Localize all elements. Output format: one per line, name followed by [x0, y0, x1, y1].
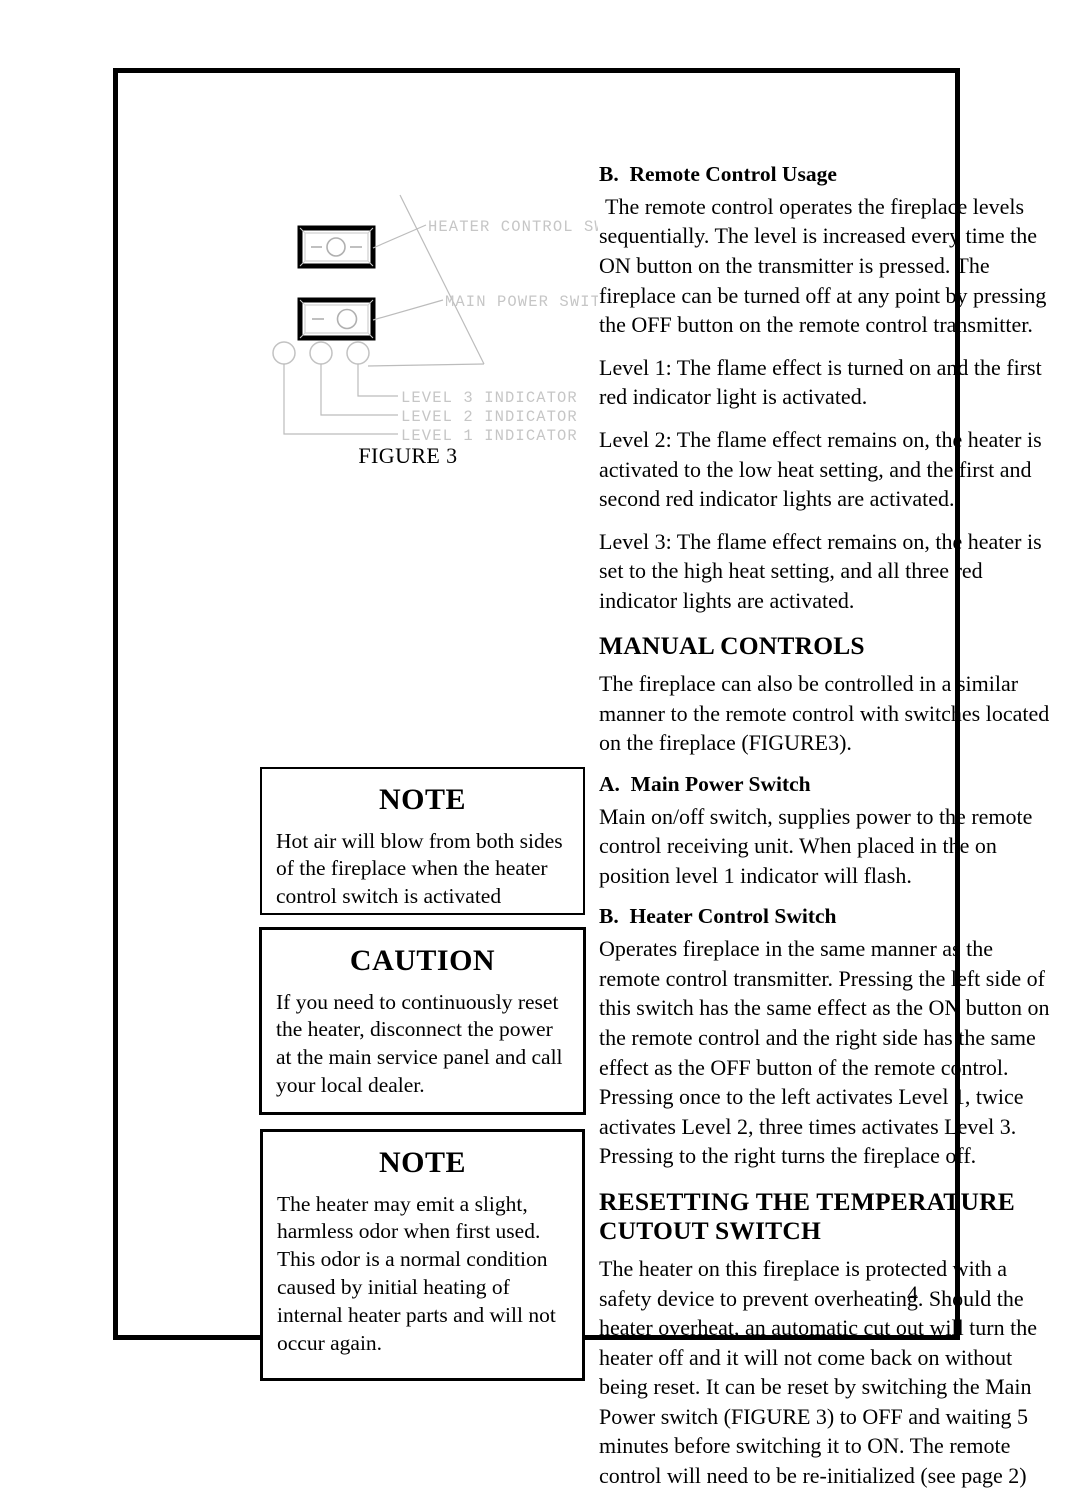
paragraph-resetting-temperature-cutout: The heater on this fireplace is protecte… — [599, 1255, 1038, 1489]
caution-box-reset-heater: CAUTION If you need to continuously rese… — [259, 927, 586, 1115]
paragraph-heater-control-switch: Operates fireplace in the same manner as… — [599, 936, 1050, 1169]
note-box-hot-air: NOTE Hot air will blow from both sides o… — [260, 767, 585, 915]
note-box-title-2: NOTE — [378, 1146, 467, 1179]
note-box-title: NOTE — [378, 783, 467, 816]
figure-caption: FIGURE 3 — [358, 443, 458, 468]
heading-letter-a: A. — [599, 771, 620, 796]
caution-box-title: CAUTION — [349, 944, 496, 977]
heading-manual-controls: MANUAL CONTROLS — [599, 631, 865, 661]
heading-resetting-temperature-cutout-switch: RESETTING THE TEMPERATURE CUTOUT SWITCH — [599, 1186, 1015, 1246]
heading-letter-b-2: B. — [599, 904, 619, 929]
paragraph-level-2: Level 2: The flame effect remains on, th… — [599, 426, 1042, 512]
note-box-text-2: The heater may emit a slight, harmless o… — [277, 1191, 556, 1356]
heading-text-remote-control-usage: Remote Control Usage — [629, 162, 837, 186]
heading-main-power-switch: A. Main Power Switch — [599, 771, 1054, 798]
level-1-leader-line — [283, 364, 398, 435]
level-2-leader-line — [320, 364, 398, 416]
note-box-text: Hot air will blow from both sides of the… — [276, 828, 563, 909]
main-power-switch-icon — [297, 297, 376, 341]
paragraph-manual-controls: The fireplace can also be controlled in … — [599, 670, 1050, 756]
heater-control-switch-icon — [297, 225, 376, 269]
heading-text-main-power-switch: Main Power Switch — [630, 771, 811, 796]
figure-label-level-3-indicator: LEVEL 3 INDICATOR — [401, 389, 578, 407]
paragraph-main-power-switch: Main on/off switch, supplies power to th… — [599, 803, 1033, 888]
heater-switch-leader-line — [372, 224, 427, 249]
heading-letter-b: B. — [599, 162, 619, 186]
figure-3-diagram: HEATER CONTROL SWITCH MAIN POWER SWITCH … — [248, 153, 598, 483]
note-box-odor: NOTE The heater may emit a slight, harml… — [260, 1129, 585, 1381]
level-1-indicator-lamp — [272, 341, 296, 365]
right-column: B. Remote Control Usage The remote contr… — [599, 161, 1054, 1504]
main-power-switch-leader-line — [372, 299, 444, 321]
paragraph-level-3: Level 3: The flame effect remains on, th… — [599, 528, 1042, 613]
caution-box-text: If you need to continuously reset the he… — [276, 989, 563, 1098]
panel-edge-line-lower — [367, 363, 485, 367]
control-panel-schematic: HEATER CONTROL SWITCH MAIN POWER SWITCH … — [272, 194, 598, 445]
page-number: 4 — [907, 1281, 918, 1306]
level-3-indicator-lamp — [346, 341, 370, 365]
level-3-leader-line — [357, 364, 398, 397]
paragraph-remote-control-usage: The remote control operates the fireplac… — [599, 193, 1047, 338]
heading-remote-control-usage: B. Remote Control Usage — [599, 161, 1054, 188]
figure-label-main-power-switch: MAIN POWER SWITCH — [445, 293, 598, 311]
paragraph-level-1: Level 1: The flame effect is turned on a… — [599, 354, 1042, 410]
heading-heater-control-switch: B. Heater Control Switch — [599, 903, 1054, 930]
level-2-indicator-lamp — [309, 341, 333, 365]
figure-label-heater-control-switch: HEATER CONTROL SWITCH — [428, 218, 598, 236]
figure-label-level-2-indicator: LEVEL 2 INDICATOR — [401, 408, 578, 426]
heading-text-heater-control-switch: Heater Control Switch — [629, 904, 837, 929]
left-column: HEATER CONTROL SWITCH MAIN POWER SWITCH … — [248, 153, 598, 1398]
page-border-frame: HEATER CONTROL SWITCH MAIN POWER SWITCH … — [113, 68, 1050, 1488]
